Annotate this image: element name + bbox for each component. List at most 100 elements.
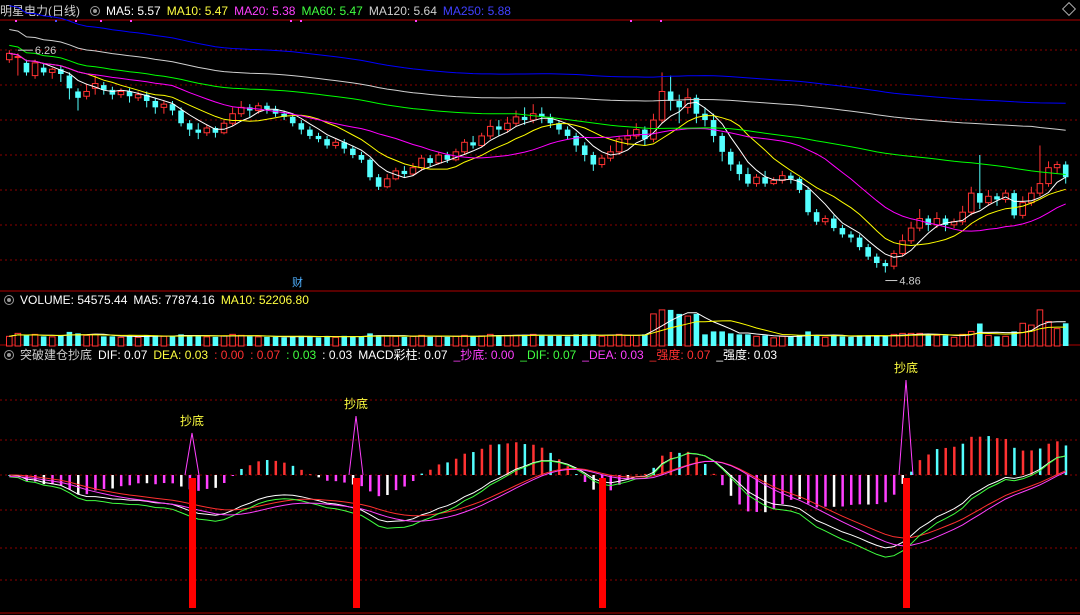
candle-body-121 (1045, 167, 1052, 185)
stock-chart[interactable]: 6.264.86财抄底抄底抄底 (0, 0, 1080, 615)
signal-spike-0 (184, 432, 200, 476)
volume-bar-6 (58, 335, 64, 346)
candle-body-41 (358, 155, 365, 160)
candle-37 (324, 135, 330, 149)
candle-body-25 (220, 122, 228, 134)
macd-bar-14 (128, 475, 132, 486)
candle-101 (873, 253, 880, 268)
volume-bar-84 (727, 333, 734, 346)
candle-body-22 (195, 129, 202, 133)
candle-54 (470, 135, 476, 149)
macd-bar-43 (377, 475, 381, 497)
candle-23 (203, 124, 211, 136)
macd-bar-25 (223, 475, 226, 483)
candle-14 (126, 88, 133, 103)
macd-bar-93 (807, 475, 810, 504)
macd-bar-74 (643, 473, 647, 475)
candle-17 (152, 97, 159, 114)
macd-bar-114 (987, 436, 990, 475)
macd-bar-10 (94, 475, 97, 491)
marker-dot-2 (75, 20, 77, 22)
ma60-line (9, 44, 1066, 175)
candle-69 (598, 155, 606, 168)
candle-42 (367, 158, 373, 181)
marker-dot-9 (660, 20, 662, 22)
candle-body-57 (496, 126, 502, 130)
candle-body-118 (1019, 202, 1027, 216)
volume-bar-36 (315, 337, 322, 346)
candle-64 (556, 120, 562, 135)
candle-118 (1019, 196, 1027, 219)
candle-4 (40, 62, 47, 76)
volume-bar-76 (658, 309, 666, 347)
candle-body-100 (865, 247, 871, 257)
candle-body-91 (788, 175, 794, 179)
candle-body-42 (367, 159, 373, 178)
volume-bar-22 (195, 335, 202, 346)
candle-body-12 (109, 89, 116, 95)
candle-95 (821, 215, 829, 225)
volume-bar-59 (512, 334, 520, 347)
volume-bar-19 (169, 335, 176, 346)
candle-body-83 (719, 135, 725, 152)
macd-bar-32 (283, 462, 286, 475)
volume-bar-7 (66, 331, 73, 346)
candle-body-94 (813, 212, 820, 222)
volume-bar-64 (556, 335, 562, 346)
volume-bar-42 (367, 333, 373, 346)
volume-bar-99 (856, 335, 863, 346)
candle-11 (100, 81, 107, 95)
candle-0 (6, 50, 13, 63)
candle-99 (856, 234, 863, 251)
candle-49 (427, 155, 433, 167)
volume-bar-34 (298, 335, 305, 346)
candle-body-69 (598, 157, 606, 166)
macd-bar-109 (944, 447, 947, 475)
macd-bar-106 (918, 460, 922, 475)
candle-body-53 (461, 141, 468, 153)
candle-body-89 (770, 179, 777, 185)
candle-90 (778, 170, 786, 184)
macd-bar-33 (291, 465, 295, 475)
candle-body-47 (409, 167, 417, 175)
macd-bar-38 (334, 475, 338, 482)
macd-bar-37 (326, 475, 329, 481)
marker-dot-0 (15, 20, 17, 22)
macd-bar-39 (343, 475, 346, 483)
volume-bar-81 (702, 334, 708, 346)
candle-5 (48, 67, 56, 79)
candle-body-77 (667, 91, 674, 101)
volume-bar-93 (805, 331, 811, 346)
macd-bar-119 (1030, 450, 1033, 475)
candle-body-34 (298, 123, 305, 130)
volume-bar-48 (418, 334, 425, 347)
candle-body-78 (676, 101, 683, 108)
candle-body-58 (504, 122, 511, 131)
macd-bar-99 (858, 475, 862, 505)
volume-bar-47 (409, 335, 417, 347)
macd-bar-103 (892, 475, 896, 495)
macd-bar-51 (446, 462, 449, 475)
macd-bar-42 (369, 475, 372, 492)
macd-bar-101 (875, 475, 879, 505)
candle-89 (770, 177, 777, 186)
macd-bar-22 (197, 475, 200, 491)
signal-label-0: 抄底 (180, 413, 204, 428)
volume-bar-49 (427, 336, 433, 346)
marker-dot-4 (130, 20, 132, 22)
candle-112 (967, 186, 975, 216)
candle-114 (985, 189, 992, 206)
candle-79 (684, 88, 692, 114)
macd-bar-56 (489, 444, 492, 475)
candle-8 (75, 88, 81, 111)
macd-bar-81 (703, 464, 707, 475)
volume-bar-37 (324, 336, 330, 346)
candle-body-44 (383, 178, 391, 188)
macd-bar-96 (832, 475, 836, 507)
macd-bar-54 (472, 452, 475, 475)
signal-spike-3 (898, 379, 914, 476)
macd-bar-116 (1004, 438, 1008, 475)
candle-53 (461, 139, 468, 155)
candle-body-120 (1036, 183, 1044, 194)
macd-bar-85 (738, 475, 741, 505)
